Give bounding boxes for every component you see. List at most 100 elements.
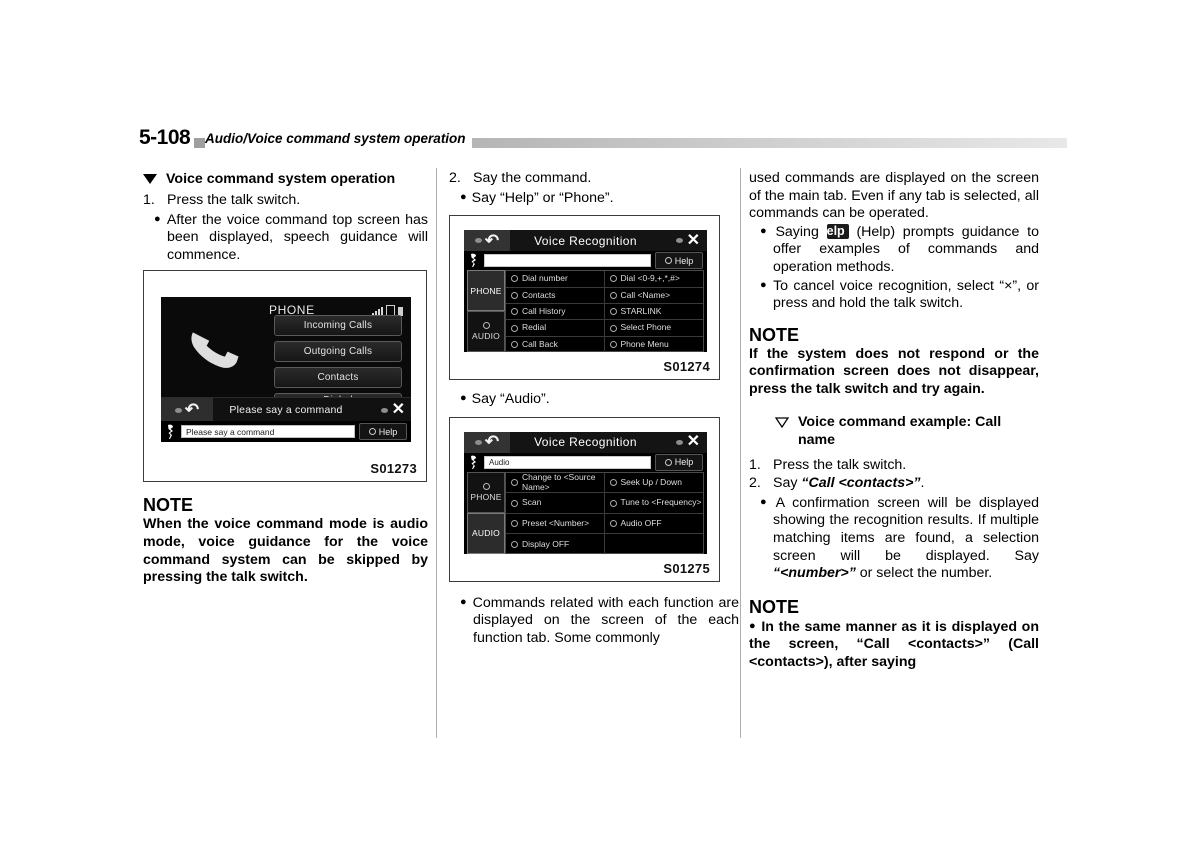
command-item[interactable]: Call Back	[506, 336, 605, 353]
command-item[interactable]: STARLINK	[604, 304, 703, 321]
command-item[interactable]: Select Phone	[604, 320, 703, 337]
bullet-icon: ●	[760, 278, 769, 291]
incoming-calls-button[interactable]: Incoming Calls	[274, 315, 402, 337]
command-item-empty	[605, 534, 704, 554]
step-1: 1. Press the talk switch.	[143, 192, 428, 210]
tab-phone[interactable]: PHONE	[467, 270, 505, 312]
column-divider-1	[436, 168, 437, 738]
command-item[interactable]: Seek Up / Down	[604, 473, 703, 494]
command-item[interactable]: Scan	[506, 493, 605, 514]
help-button[interactable]: Help	[655, 252, 703, 270]
voice-input-field[interactable]: Please say a command	[181, 425, 355, 439]
page-header: 5-108 Audio/Voice command system operati…	[139, 126, 1067, 152]
column-left: Voice command system operation 1. Press …	[143, 170, 428, 587]
vr-command-area: PHONE AUDIO Change to <Source Name> Seek…	[464, 471, 707, 554]
tab-phone-label: PHONE	[470, 491, 502, 502]
back-button[interactable]: ↶	[161, 398, 213, 423]
back-button[interactable]: ↶	[464, 230, 510, 252]
close-button[interactable]: ✕	[380, 398, 405, 422]
help-button[interactable]: Help	[359, 423, 407, 441]
command-item[interactable]: Redial	[506, 320, 605, 337]
command-label: STARLINK	[620, 305, 662, 316]
tab-audio[interactable]: AUDIO	[467, 311, 505, 353]
help-button-label: Help	[674, 255, 694, 266]
step-2-bullet-text: Say “Help” or “Phone”.	[471, 189, 614, 206]
command-ring-icon	[511, 520, 518, 528]
commands-bullet-text: Commands related with each function are …	[472, 594, 739, 646]
command-item[interactable]: Change to <Source Name>	[506, 472, 605, 494]
note-title: NOTE	[143, 495, 194, 516]
figure-phone-screen: PHONE Incoming Calls Outgoing Calls Cont…	[143, 270, 427, 483]
command-ring-icon	[609, 341, 617, 349]
command-ring-icon	[511, 541, 518, 549]
vr-input-field[interactable]	[484, 254, 651, 268]
help-button-label: Help	[674, 457, 694, 468]
help-keyword-badge: Help	[818, 223, 849, 239]
contacts-button[interactable]: Contacts	[274, 367, 402, 389]
close-button[interactable]: ✕	[675, 230, 700, 251]
talk-dot-icon	[174, 407, 182, 413]
help-button[interactable]: Help	[655, 453, 703, 471]
cancel-bullet-text: To cancel voice recognition, select “×”,…	[773, 277, 1039, 312]
command-ring-icon	[609, 291, 617, 299]
example-step-1-number: 1.	[749, 456, 761, 473]
vr-title-label: Voice Recognition	[534, 435, 637, 450]
command-item[interactable]: Contacts	[506, 287, 605, 304]
figure-voice-recognition-audio: Voice Recognition ↶ ✕ Audio Help PHONE A…	[449, 416, 720, 582]
vr-command-area: PHONE AUDIO Dial number Dial <0-9,+,*,#>…	[464, 270, 707, 353]
note-body: ● In the same manner as it is displayed o…	[749, 618, 1039, 672]
hmi-voice-recognition-phone: Voice Recognition ↶ ✕ Help PHONE AUDIO D…	[464, 230, 707, 353]
command-item[interactable]: Dial <0-9,+,*,#>	[604, 271, 703, 288]
bullet-icon: ●	[760, 224, 771, 237]
close-button[interactable]: ✕	[675, 432, 700, 453]
example-bullet-text: A confirmation screen will be displayed …	[773, 494, 1039, 564]
phone-screen-main: PHONE Incoming Calls Outgoing Calls Cont…	[161, 297, 411, 408]
command-label: Call <Name>	[620, 289, 671, 300]
figure-voice-recognition-phone: Voice Recognition ↶ ✕ Help PHONE AUDIO D…	[449, 215, 720, 381]
example-bullet-command: “<number>”	[773, 565, 856, 582]
command-label: Redial	[522, 322, 547, 333]
command-label: Preset <Number>	[522, 517, 590, 528]
note-body: When the voice command mode is audio mod…	[143, 516, 428, 586]
tab-phone[interactable]: PHONE	[467, 471, 505, 513]
back-button[interactable]: ↶	[464, 431, 510, 453]
command-item[interactable]: Call History	[506, 303, 605, 321]
figure-caption: S01275	[663, 560, 710, 576]
command-ring-icon	[511, 308, 518, 316]
command-ring-icon	[511, 479, 518, 487]
command-label: Audio OFF	[620, 517, 662, 528]
subsection-heading-label: Voice command example: Call name	[798, 413, 1002, 448]
command-item[interactable]: Tune to <Frequency>	[604, 493, 703, 514]
command-ring-icon	[609, 479, 617, 487]
tab-audio[interactable]: AUDIO	[467, 512, 505, 554]
vr-input-field[interactable]: Audio	[484, 455, 651, 469]
tab-phone-label: PHONE	[470, 285, 502, 296]
command-item[interactable]: Display OFF	[506, 534, 605, 554]
page-number: 5-108	[139, 126, 195, 150]
microphone-icon	[161, 424, 181, 440]
command-item[interactable]: Call <Name>	[604, 288, 703, 304]
hmi-voice-recognition-audio: Voice Recognition ↶ ✕ Audio Help PHONE A…	[464, 431, 707, 554]
command-item[interactable]: Dial number	[506, 271, 605, 288]
talk-dot-icon	[675, 439, 683, 445]
section-heading-voice-command: Voice command system operation	[143, 170, 428, 188]
hmi-phone-screen: PHONE Incoming Calls Outgoing Calls Cont…	[161, 297, 411, 443]
column-middle: 2. Say the command. ● Say “Help” or “Phon…	[449, 170, 739, 648]
command-item[interactable]: Preset <Number>	[506, 513, 605, 535]
handset-icon	[185, 321, 241, 379]
bullet-icon: ●	[460, 392, 467, 405]
step-1-number: 1.	[143, 192, 155, 208]
tab-audio-label: AUDIO	[472, 331, 500, 342]
command-ring-icon	[609, 520, 617, 528]
outgoing-calls-button[interactable]: Outgoing Calls	[274, 341, 402, 363]
triangle-outline-icon	[775, 416, 789, 428]
command-item[interactable]: Audio OFF	[604, 514, 703, 535]
step-2-number: 2.	[449, 170, 461, 186]
tab-ring-icon	[482, 322, 490, 330]
voice-status-bar: Please say a command ↶ ✕	[161, 397, 411, 423]
command-ring-icon	[609, 499, 617, 507]
example-step-2-pre: Say	[773, 475, 798, 492]
step-2: 2. Say the command.	[449, 170, 739, 188]
command-item[interactable]: Phone Menu	[605, 337, 704, 352]
step-1-bullet: ● After the voice command top screen has …	[143, 211, 428, 265]
